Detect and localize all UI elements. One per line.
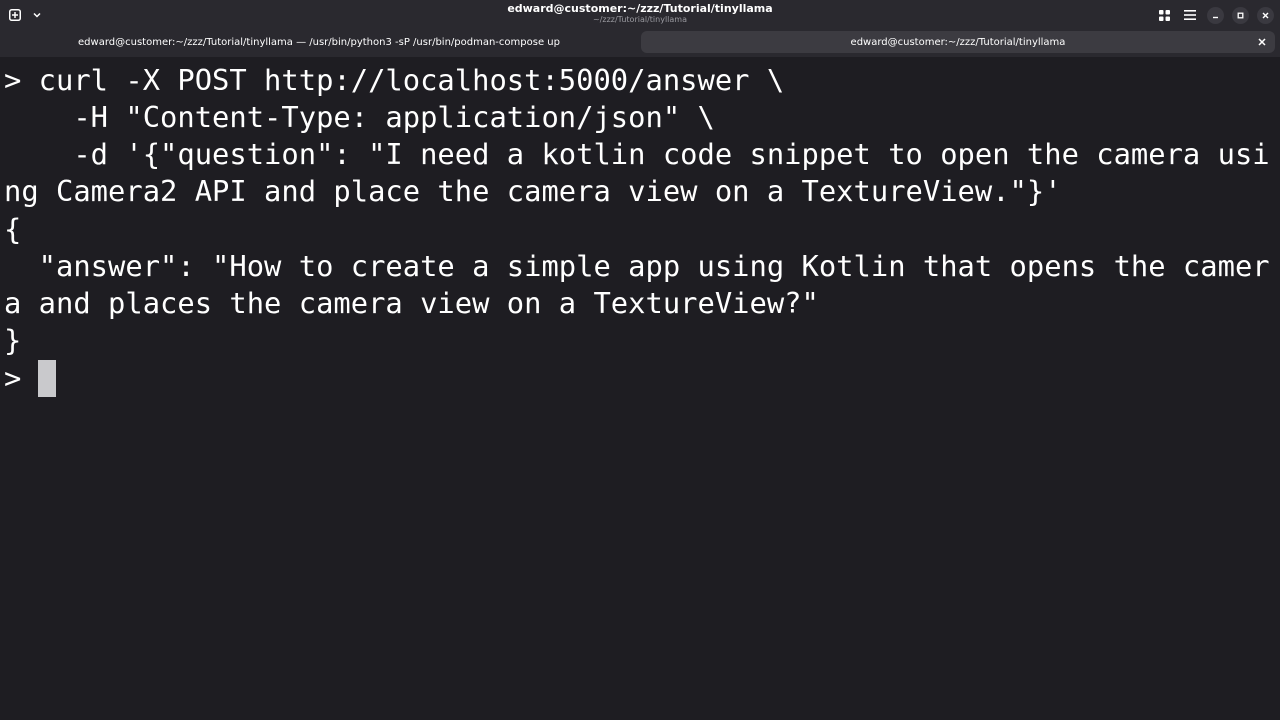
close-icon[interactable] <box>1257 6 1274 24</box>
terminal-line: -H "Content-Type: application/json" \ <box>4 100 715 134</box>
terminal-cursor <box>38 360 56 397</box>
tab-label: edward@customer:~/zzz/Tutorial/tinyllama… <box>78 36 560 48</box>
tab-close-icon[interactable] <box>1255 35 1269 49</box>
tab-podman-compose[interactable]: edward@customer:~/zzz/Tutorial/tinyllama… <box>4 31 634 53</box>
window-title: edward@customer:~/zzz/Tutorial/tinyllama <box>507 2 773 15</box>
terminal-line: -d '{"question": "I need a kotlin code s… <box>4 137 1270 171</box>
terminal-line: ng Camera2 API and place the camera view… <box>4 174 1062 208</box>
terminal-line: { <box>4 212 22 246</box>
window-title-block: edward@customer:~/zzz/Tutorial/tinyllama… <box>0 3 1280 24</box>
hamburger-menu-icon[interactable] <box>1181 6 1199 24</box>
header-right-controls <box>1155 6 1274 24</box>
terminal-prompt-line: > <box>4 361 39 395</box>
window-subtitle: ~/zzz/Tutorial/tinyllama <box>592 15 687 24</box>
terminal-line: > curl -X POST http://localhost:5000/ans… <box>4 63 785 97</box>
minimize-icon[interactable] <box>1207 6 1224 24</box>
terminal-line: } <box>4 323 22 357</box>
maximize-icon[interactable] <box>1232 6 1249 24</box>
tab-tinyllama-active[interactable]: edward@customer:~/zzz/Tutorial/tinyllama <box>641 31 1275 53</box>
terminal-line: a and places the camera view on a Textur… <box>4 286 819 320</box>
tab-bar: edward@customer:~/zzz/Tutorial/tinyllama… <box>0 30 1280 57</box>
terminal-line: "answer": "How to create a simple app us… <box>4 249 1270 283</box>
terminal-view[interactable]: > curl -X POST http://localhost:5000/ans… <box>0 57 1280 720</box>
tab-label: edward@customer:~/zzz/Tutorial/tinyllama <box>850 36 1066 48</box>
header-bar: edward@customer:~/zzz/Tutorial/tinyllama… <box>0 0 1280 30</box>
tab-overview-icon[interactable] <box>1155 6 1173 24</box>
